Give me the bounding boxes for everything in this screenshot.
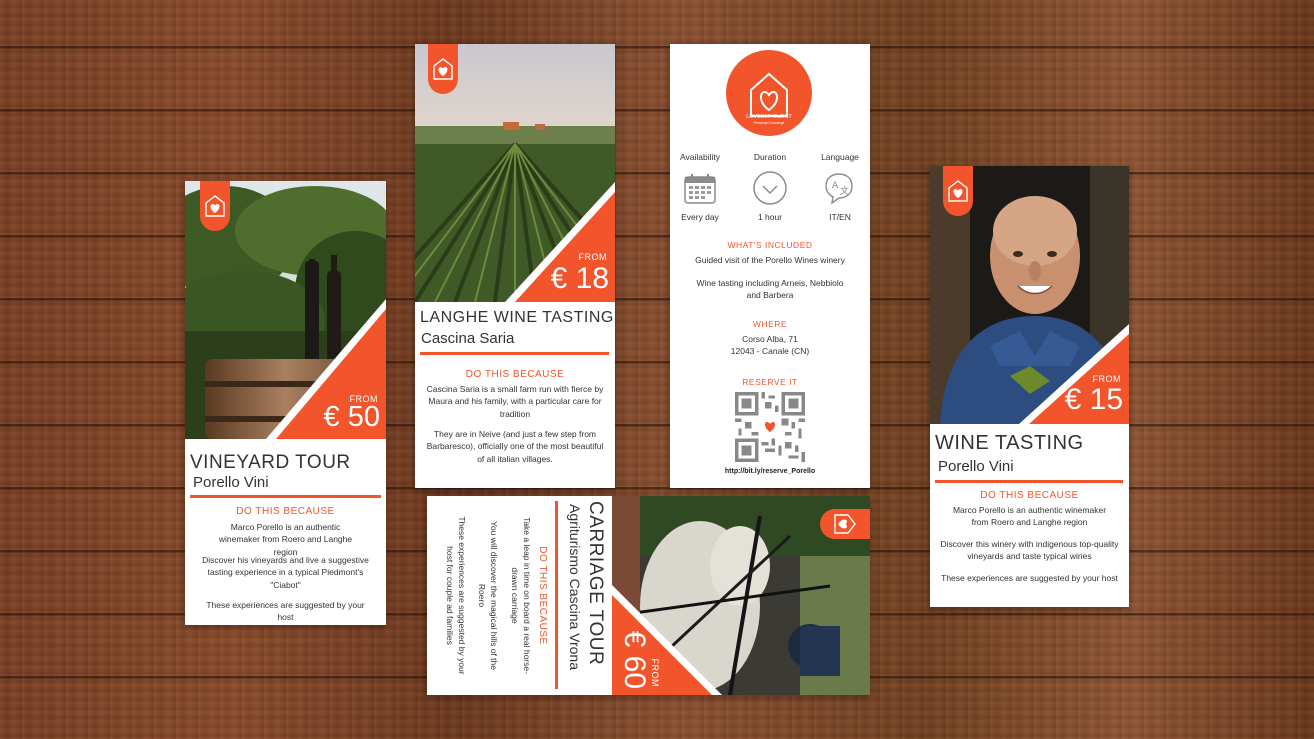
- section-heading: DO THIS BECAUSE: [236, 506, 335, 517]
- price-label: € 50: [323, 401, 380, 433]
- experience-info-card: LOVESMYGUEST Personal Concierge Availabi…: [670, 44, 870, 488]
- home-heart-icon: [948, 180, 968, 202]
- section-heading: DO THIS BECAUSE: [980, 490, 1079, 501]
- qr-code[interactable]: [735, 392, 805, 462]
- card-title: VINEYARD TOUR: [190, 452, 351, 473]
- calendar-icon: [684, 174, 716, 204]
- translate-icon: A 文: [825, 173, 853, 205]
- card-title: WINE TASTING: [935, 432, 1084, 454]
- included-item-2: Wine tasting including Arneis, Nebbiolo …: [696, 278, 844, 301]
- description-1: Cascina Saria is a small farm run with f…: [426, 384, 604, 419]
- brand-logo: LOVESMYGUEST Personal Concierge: [726, 50, 812, 136]
- description-3: These experiences are suggested by your …: [941, 573, 1118, 583]
- from-label: FROM: [650, 658, 660, 688]
- price-label: € 18: [550, 262, 609, 295]
- logo-text: LOVESMYGUEST: [746, 114, 792, 120]
- section-heading: DO THIS BECAUSE: [537, 546, 548, 645]
- description-2: Discover this winery with indigenous top…: [940, 539, 1119, 562]
- section-heading: DO THIS BECAUSE: [465, 369, 565, 380]
- card-subtitle: Porello Vini: [193, 474, 269, 491]
- duration-label: Duration: [753, 152, 787, 162]
- divider: [420, 352, 609, 355]
- where-heading: WHERE: [752, 319, 788, 329]
- price-label: € 15: [1064, 383, 1123, 416]
- included-item-1: Guided visit of the Porello Wines winery: [695, 255, 845, 265]
- included-heading: WHAT'S INCLUDED: [727, 240, 813, 250]
- heart-badge: [428, 44, 458, 94]
- description-3: These experiences are suggested by your …: [444, 516, 467, 675]
- svg-text:A: A: [832, 181, 839, 191]
- description-2: You will discover the magical hills of t…: [476, 521, 499, 670]
- from-label: FROM: [578, 252, 607, 262]
- home-heart-icon: [834, 514, 856, 534]
- description-2: They are in Neive (and just a few step f…: [426, 429, 604, 464]
- home-heart-icon: [205, 195, 225, 217]
- description-1: Marco Porello is an authentic winemaker …: [218, 522, 353, 557]
- vineyard-tour-card: FROM € 50 VINEYARD TOUR Porello Vini DO …: [185, 181, 386, 625]
- price-label: € 60: [618, 630, 651, 689]
- heart-badge: [820, 509, 870, 539]
- description-2: Discover his vineyards and live a sugges…: [202, 555, 369, 590]
- wine-tasting-card: FROM € 15 WINE TASTING Porello Vini DO T…: [930, 166, 1129, 607]
- description-1: Take a leap in time on board a real hors…: [509, 517, 532, 674]
- card-title: CARRIAGE TOUR: [585, 501, 606, 666]
- divider: [190, 495, 381, 498]
- language-value: IT/EN: [829, 212, 851, 222]
- carriage-tour-rotated-content: FROM € 60 CARRIAGE TOUR Agriturismo Casc…: [427, 496, 870, 695]
- address-line-2: 12043 - Canale (CN): [730, 346, 810, 356]
- reserve-link[interactable]: http://bit.ly/reserve_Porello: [674, 468, 866, 475]
- divider: [935, 480, 1123, 483]
- carriage-tour-card: FROM € 60 CARRIAGE TOUR Agriturismo Casc…: [427, 496, 870, 695]
- logo-subtext: Personal Concierge: [753, 121, 785, 125]
- address-line-1: Corso Alba, 71: [742, 334, 798, 344]
- home-heart-icon: [433, 58, 453, 80]
- heart-badge: [200, 181, 230, 231]
- reserve-heading: RESERVE IT: [742, 377, 798, 387]
- divider: [555, 501, 558, 689]
- availability-label: Availability: [679, 152, 720, 162]
- description-3: These experiences are suggested by your …: [206, 600, 365, 623]
- card-subtitle: Cascina Saria: [421, 330, 515, 347]
- langhe-wine-tasting-card: FROM € 18 LANGHE WINE TASTING Cascina Sa…: [415, 44, 615, 488]
- check-circle-icon: [753, 171, 787, 205]
- language-label: Language: [821, 152, 859, 162]
- svg-text:文: 文: [840, 185, 849, 197]
- card-subtitle: Agriturismo Cascina Vrona: [567, 504, 583, 670]
- description-1: Marco Porello is an authentic winemaker …: [952, 505, 1107, 528]
- card-subtitle: Porello Vini: [938, 458, 1014, 475]
- duration-value: 1 hour: [757, 212, 783, 222]
- heart-badge: [943, 166, 973, 216]
- card-title: LANGHE WINE TASTING: [420, 309, 614, 326]
- availability-value: Every day: [681, 212, 719, 222]
